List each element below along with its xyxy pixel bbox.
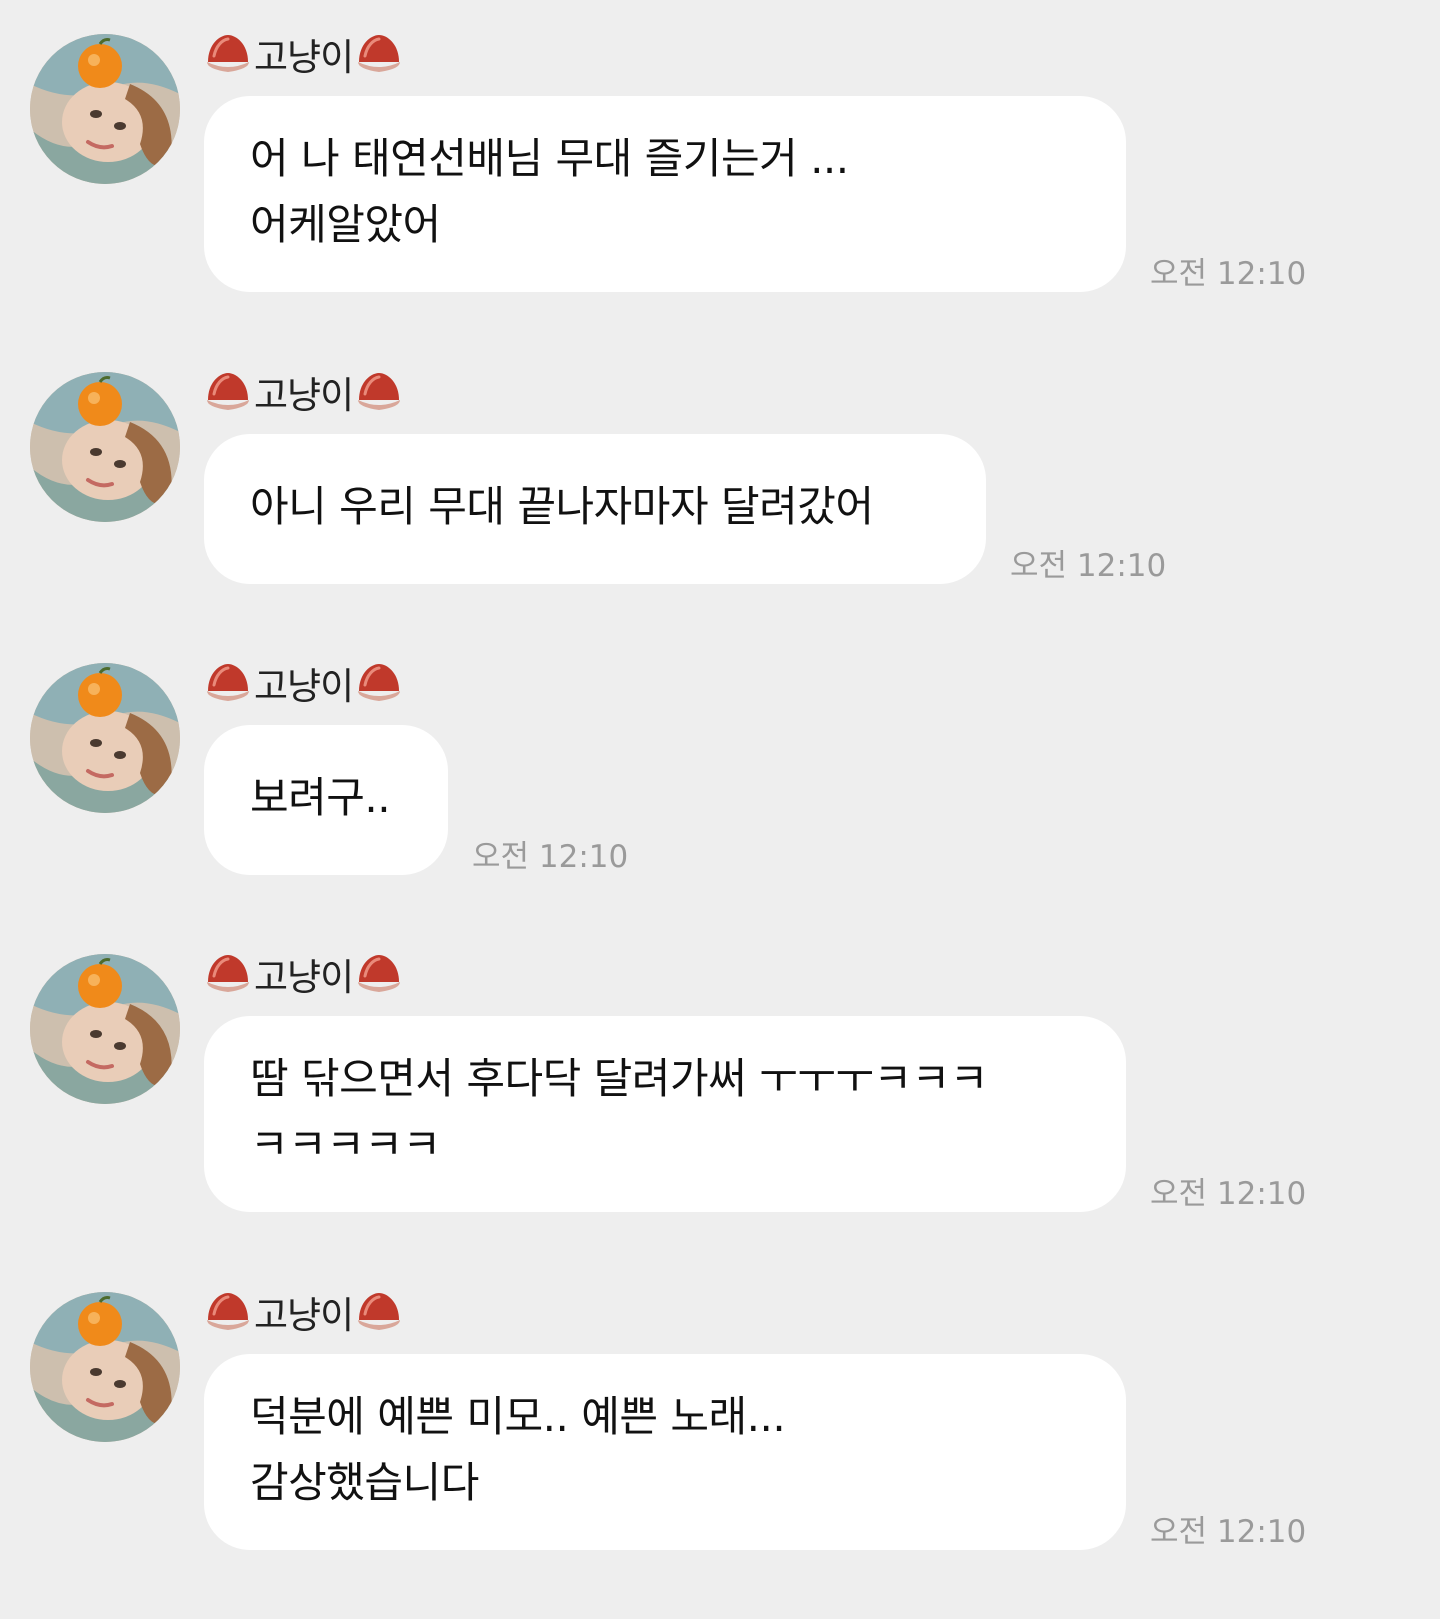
chestnut-icon [355,952,403,996]
avatar-image [30,954,180,1104]
message-bubble[interactable]: 땀 닦으면서 후다닥 달려가써 ㅜㅜㅜㅋㅋㅋ ㅋㅋㅋㅋㅋ [204,1016,1126,1212]
chestnut-icon [355,370,403,414]
message-bubble[interactable]: 어 나 태연선배님 무대 즐기는거 ... 어케알았어 [204,96,1126,292]
avatar-image [30,34,180,184]
avatar-image [30,372,180,522]
avatar-image [30,1292,180,1442]
avatar[interactable] [30,663,180,813]
avatar[interactable] [30,1292,180,1442]
message-bubble[interactable]: 보려구.. [204,725,448,875]
sender-name: 고냥이 [254,36,354,79]
sender-label: 고냥이 [204,657,403,709]
chestnut-icon [204,32,252,76]
avatar-image [30,663,180,813]
chestnut-icon [204,661,252,705]
message-timestamp: 오전 12:10 [472,839,629,875]
chestnut-icon [355,661,403,705]
chestnut-icon [355,32,403,76]
chat-screen: { "colors": { "background": "#eeeeee", "… [0,0,1440,1619]
chestnut-icon [355,1290,403,1334]
message-timestamp: 오전 12:10 [1150,1176,1307,1212]
message-timestamp: 오전 12:10 [1010,548,1167,584]
sender-label: 고냥이 [204,366,403,418]
message-timestamp: 오전 12:10 [1150,1514,1307,1550]
message-timestamp: 오전 12:10 [1150,256,1307,292]
chestnut-icon [204,952,252,996]
avatar[interactable] [30,954,180,1104]
sender-name: 고냥이 [254,374,354,417]
sender-name: 고냥이 [254,1294,354,1337]
sender-label: 고냥이 [204,948,403,1000]
sender-label: 고냥이 [204,1286,403,1338]
chestnut-icon [204,370,252,414]
message-bubble[interactable]: 아니 우리 무대 끝나자마자 달려갔어 [204,434,986,584]
sender-label: 고냥이 [204,28,403,80]
sender-name: 고냥이 [254,956,354,999]
avatar[interactable] [30,372,180,522]
message-bubble[interactable]: 덕분에 예쁜 미모.. 예쁜 노래... 감상했습니다 [204,1354,1126,1550]
avatar[interactable] [30,34,180,184]
chestnut-icon [204,1290,252,1334]
sender-name: 고냥이 [254,665,354,708]
